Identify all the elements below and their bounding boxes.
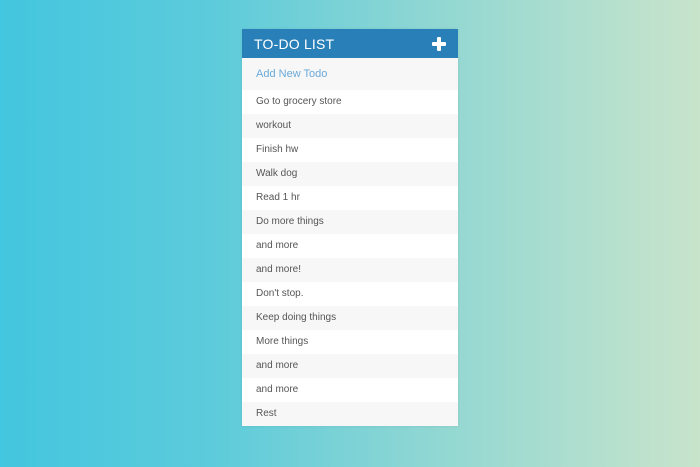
todo-title: TO-DO LIST [254,35,335,52]
todo-item[interactable]: and more [242,234,458,258]
todo-item[interactable]: Rest [242,402,458,426]
plus-icon[interactable] [432,36,446,51]
todo-item[interactable]: Go to grocery store [242,90,458,114]
todo-item[interactable]: Finish hw [242,138,458,162]
todo-item[interactable]: workout [242,114,458,138]
todo-item[interactable]: Walk dog [242,162,458,186]
todo-item[interactable]: and more! [242,258,458,282]
todo-item[interactable]: More things [242,330,458,354]
todo-item[interactable]: Keep doing things [242,306,458,330]
todo-item[interactable]: and more [242,378,458,402]
todo-card: TO-DO LIST Go to grocery store workout F… [242,29,458,426]
todo-item[interactable]: Don't stop. [242,282,458,306]
todo-list: Go to grocery store workout Finish hw Wa… [242,90,458,426]
todo-header: TO-DO LIST [242,29,458,58]
new-todo-input[interactable] [242,58,458,90]
todo-item[interactable]: and more [242,354,458,378]
todo-item[interactable]: Read 1 hr [242,186,458,210]
todo-item[interactable]: Do more things [242,210,458,234]
